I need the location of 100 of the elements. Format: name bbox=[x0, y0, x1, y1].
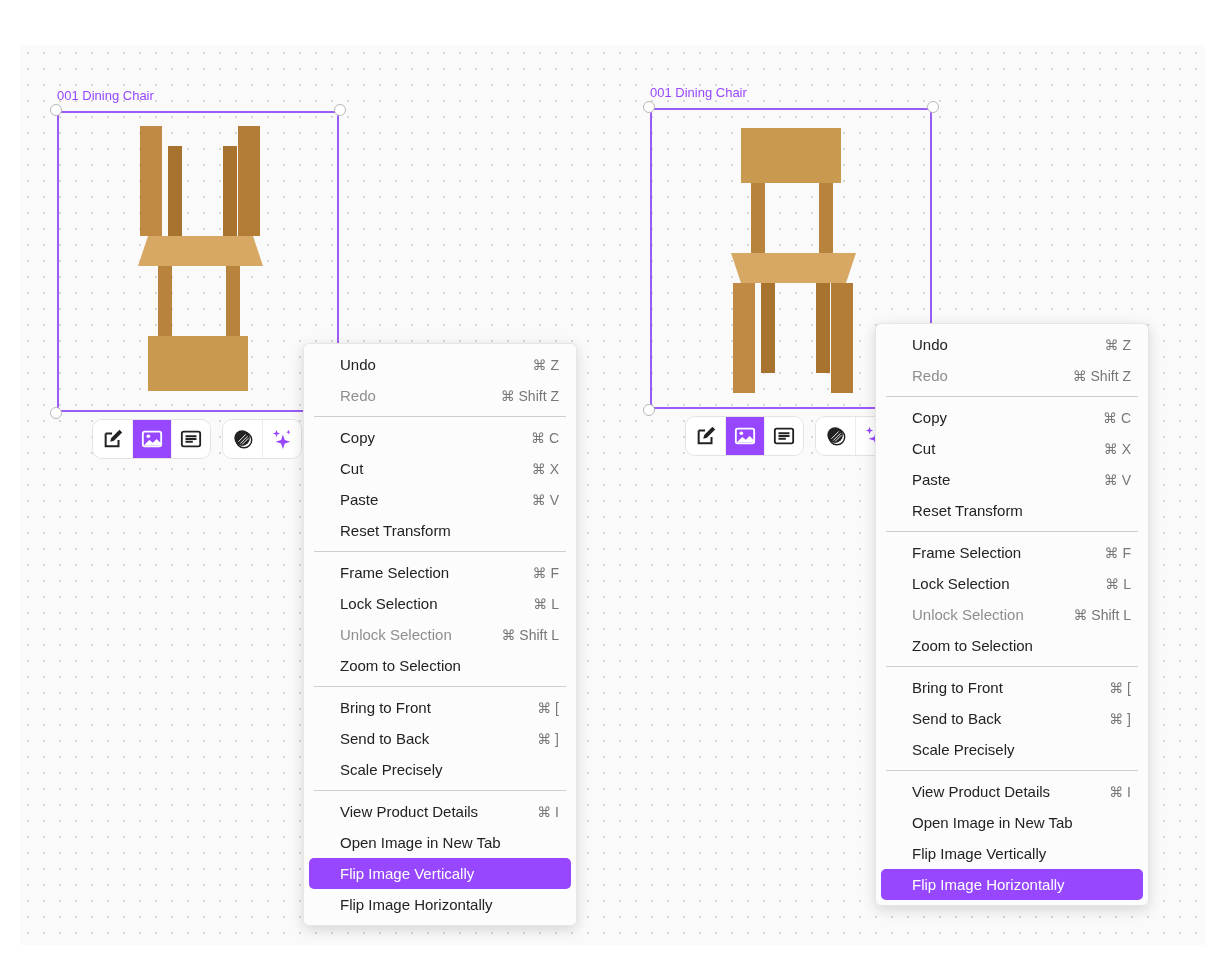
menu-item-label: Undo bbox=[340, 356, 376, 373]
menu-item-label: Open Image in New Tab bbox=[912, 814, 1073, 831]
menu-item[interactable]: Lock Selection ⌘ L bbox=[881, 568, 1143, 599]
menu-item[interactable]: Frame Selection ⌘ F bbox=[309, 557, 571, 588]
keyboard-shortcut: ⌘ X bbox=[531, 460, 559, 477]
menu-item-label: Reset Transform bbox=[340, 522, 451, 539]
menu-item-label: Scale Precisely bbox=[340, 761, 443, 778]
menu-item[interactable]: Copy ⌘ C bbox=[309, 422, 571, 453]
menu-item[interactable]: Paste ⌘ V bbox=[881, 464, 1143, 495]
image-tool-button[interactable] bbox=[132, 420, 171, 458]
sparkle-tool-button[interactable] bbox=[262, 420, 301, 458]
menu-item-label: Redo bbox=[912, 367, 948, 384]
menu-item[interactable]: Paste ⌘ V bbox=[309, 484, 571, 515]
text-lines-tool-button[interactable] bbox=[764, 417, 803, 455]
resize-handle[interactable] bbox=[643, 404, 655, 416]
menu-item-label: Copy bbox=[340, 429, 376, 446]
menu-item[interactable]: Send to Back ⌘ ] bbox=[881, 703, 1143, 734]
keyboard-shortcut: ⌘ ] bbox=[537, 730, 559, 747]
menu-item-label: Unlock Selection bbox=[340, 626, 452, 643]
resize-handle[interactable] bbox=[927, 101, 939, 113]
keyboard-shortcut: ⌘ I bbox=[1109, 783, 1131, 800]
keyboard-shortcut: ⌘ C bbox=[1103, 409, 1131, 426]
menu-item[interactable]: Copy ⌘ C bbox=[881, 402, 1143, 433]
menu-item[interactable]: Send to Back ⌘ ] bbox=[309, 723, 571, 754]
menu-item-label: Unlock Selection bbox=[912, 606, 1024, 623]
menu-item-label: Frame Selection bbox=[912, 544, 1022, 561]
menu-item[interactable]: Lock Selection ⌘ L bbox=[309, 588, 571, 619]
resize-handle[interactable] bbox=[334, 104, 346, 116]
keyboard-shortcut: ⌘ ] bbox=[1109, 710, 1131, 727]
menu-item-label: Redo bbox=[340, 387, 376, 404]
image-tool-button[interactable] bbox=[725, 417, 764, 455]
resize-handle[interactable] bbox=[50, 104, 62, 116]
menu-item-label: Send to Back bbox=[912, 710, 1002, 727]
menu-item[interactable]: Reset Transform bbox=[309, 515, 571, 546]
menu-item-label: View Product Details bbox=[912, 783, 1051, 800]
text-lines-icon bbox=[773, 425, 795, 447]
keyboard-shortcut: ⌘ Shift L bbox=[501, 626, 559, 643]
selection-frame[interactable] bbox=[57, 111, 339, 412]
resize-handle[interactable] bbox=[643, 101, 655, 113]
resize-handle[interactable] bbox=[50, 407, 62, 419]
keyboard-shortcut: ⌘ X bbox=[1103, 440, 1131, 457]
keyboard-shortcut: ⌘ I bbox=[537, 803, 559, 820]
menu-item-label: Cut bbox=[912, 440, 936, 457]
keyboard-shortcut: ⌘ Shift Z bbox=[500, 387, 559, 404]
striped-circle-icon bbox=[231, 428, 254, 450]
menu-item-label: Flip Image Vertically bbox=[912, 845, 1047, 862]
menu-item-label: Lock Selection bbox=[912, 575, 1010, 592]
keyboard-shortcut: ⌘ C bbox=[531, 429, 559, 446]
menu-item[interactable]: Reset Transform bbox=[881, 495, 1143, 526]
menu-item[interactable]: Frame Selection ⌘ F bbox=[881, 537, 1143, 568]
menu-item[interactable]: Cut ⌘ X bbox=[881, 433, 1143, 464]
menu-item-label: Zoom to Selection bbox=[912, 637, 1033, 654]
keyboard-shortcut: ⌘ F bbox=[532, 564, 559, 581]
menu-item[interactable]: Cut ⌘ X bbox=[309, 453, 571, 484]
menu-item[interactable]: Undo ⌘ Z bbox=[881, 329, 1143, 360]
menu-item-label: Bring to Front bbox=[340, 699, 431, 716]
striped-circle-icon bbox=[824, 425, 847, 447]
image-icon bbox=[141, 428, 163, 450]
menu-item-label: Cut bbox=[340, 460, 364, 477]
menu-item[interactable]: Open Image in New Tab bbox=[881, 807, 1143, 838]
menu-item[interactable]: Flip Image Vertically bbox=[881, 838, 1143, 869]
menu-item[interactable]: Undo ⌘ Z bbox=[309, 349, 571, 380]
menu-item[interactable]: Flip Image Horizontally bbox=[309, 889, 571, 920]
keyboard-shortcut: ⌘ L bbox=[1105, 575, 1131, 592]
menu-item-label: Paste bbox=[912, 471, 951, 488]
menu-item-label: Open Image in New Tab bbox=[340, 834, 501, 851]
keyboard-shortcut: ⌘ Z bbox=[1104, 336, 1131, 353]
keyboard-shortcut: ⌘ L bbox=[533, 595, 559, 612]
text-lines-icon bbox=[180, 428, 202, 450]
menu-item[interactable]: View Product Details ⌘ I bbox=[881, 776, 1143, 807]
keyboard-shortcut: ⌘ [ bbox=[537, 699, 559, 716]
keyboard-shortcut: ⌘ V bbox=[531, 491, 559, 508]
keyboard-shortcut: ⌘ Shift L bbox=[1073, 606, 1131, 623]
text-lines-tool-button[interactable] bbox=[171, 420, 210, 458]
menu-item[interactable]: Open Image in New Tab bbox=[309, 827, 571, 858]
keyboard-shortcut: ⌘ V bbox=[1103, 471, 1131, 488]
menu-item-label: Undo bbox=[912, 336, 948, 353]
frame-label[interactable]: 001 Dining Chair bbox=[57, 88, 154, 104]
image-icon bbox=[734, 425, 756, 447]
menu-item-label: Flip Image Horizontally bbox=[912, 876, 1065, 893]
menu-item-label: Reset Transform bbox=[912, 502, 1023, 519]
frame-label[interactable]: 001 Dining Chair bbox=[650, 85, 747, 101]
menu-item-label: Frame Selection bbox=[340, 564, 450, 581]
menu-item[interactable]: Zoom to Selection bbox=[309, 650, 571, 681]
menu-item[interactable]: Scale Precisely bbox=[309, 754, 571, 785]
menu-item[interactable]: Flip Image Vertically bbox=[309, 858, 571, 889]
menu-item-label: Send to Back bbox=[340, 730, 430, 747]
keyboard-shortcut: ⌘ F bbox=[1104, 544, 1131, 561]
menu-item-label: Bring to Front bbox=[912, 679, 1003, 696]
menu-item[interactable]: Bring to Front ⌘ [ bbox=[881, 672, 1143, 703]
keyboard-shortcut: ⌘ [ bbox=[1109, 679, 1131, 696]
menu-item[interactable]: Flip Image Horizontally bbox=[881, 869, 1143, 900]
menu-item[interactable]: Scale Precisely bbox=[881, 734, 1143, 765]
keyboard-shortcut: ⌘ Shift Z bbox=[1072, 367, 1131, 384]
menu-item-label: Flip Image Vertically bbox=[340, 865, 475, 882]
menu-item[interactable]: Zoom to Selection bbox=[881, 630, 1143, 661]
menu-item[interactable]: Bring to Front ⌘ [ bbox=[309, 692, 571, 723]
keyboard-shortcut: ⌘ Z bbox=[532, 356, 559, 373]
menu-item-label: Flip Image Horizontally bbox=[340, 896, 493, 913]
menu-item[interactable]: View Product Details ⌘ I bbox=[309, 796, 571, 827]
